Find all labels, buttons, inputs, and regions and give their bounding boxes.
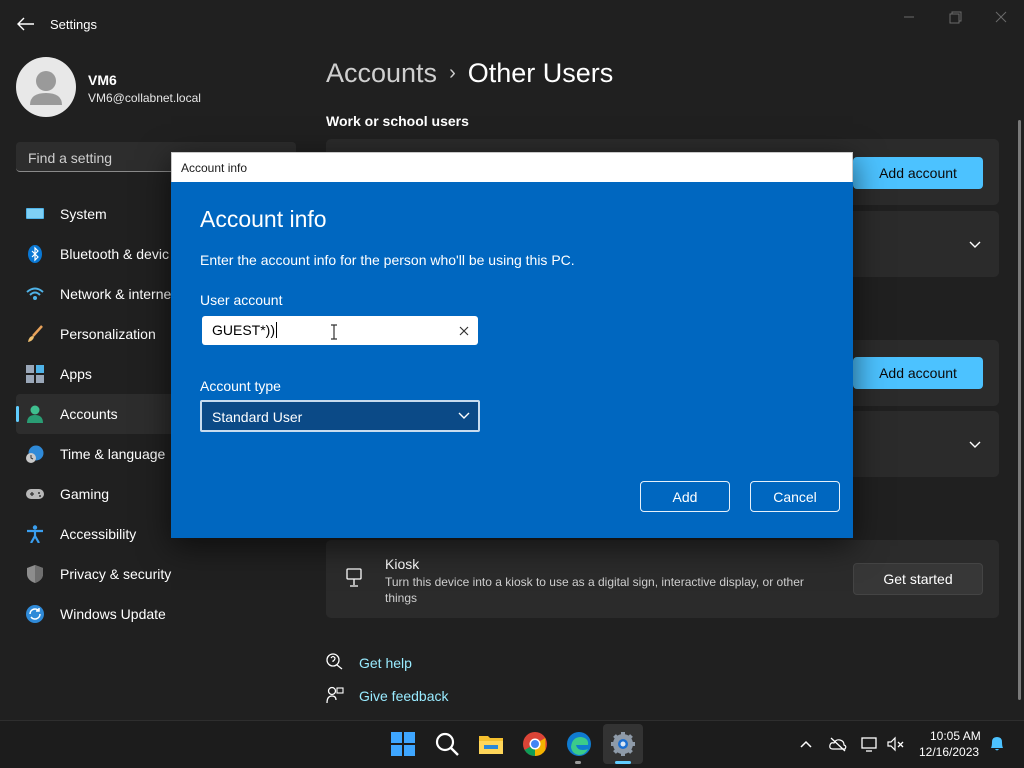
accessibility-icon (27, 525, 43, 543)
chevron-down-icon (969, 441, 981, 448)
text-cursor-icon (331, 324, 337, 340)
chevron-right-icon: › (449, 62, 456, 84)
dialog-titlebar[interactable]: Account info (171, 152, 853, 182)
edge-running-indicator (575, 761, 581, 764)
person-icon (27, 405, 43, 423)
monitor-icon (26, 208, 44, 219)
close-icon[interactable] (989, 8, 1013, 26)
feedback-icon (326, 686, 344, 704)
minimize-icon[interactable] (897, 8, 921, 26)
user-account-label: User account (200, 292, 283, 308)
add-button[interactable]: Add (640, 481, 730, 512)
work-school-section-title: Work or school users (326, 113, 469, 129)
sidebar-nav: System Bluetooth & devic Network & inter… (16, 194, 276, 634)
kiosk-icon (346, 568, 362, 587)
user-account-value: GUEST*)) (212, 322, 277, 338)
bluetooth-icon (28, 245, 42, 263)
search-input[interactable] (26, 147, 180, 169)
shield-icon (27, 565, 43, 583)
breadcrumb-accounts-link[interactable]: Accounts (326, 58, 437, 88)
brush-icon (28, 325, 43, 342)
get-help-link[interactable]: Get help (359, 655, 412, 671)
user-email: VM6@collabnet.local (88, 91, 201, 105)
account-type-label: Account type (200, 378, 281, 394)
cloud-off-icon[interactable] (829, 736, 847, 752)
windows-start-icon[interactable] (390, 731, 416, 757)
sidebar-item-privacy[interactable]: Privacy & security (16, 554, 276, 594)
help-icon (326, 653, 343, 670)
settings-icon[interactable] (610, 731, 636, 757)
person-placeholder-icon (30, 71, 62, 105)
notification-bell-icon[interactable] (988, 736, 1006, 752)
chrome-icon[interactable] (522, 731, 548, 757)
dialog-titlebar-text: Account info (181, 161, 248, 175)
edge-icon[interactable] (566, 731, 592, 757)
add-work-account-button[interactable]: Add account (853, 157, 983, 189)
account-type-select[interactable]: Standard User (200, 400, 480, 432)
volume-muted-icon[interactable] (887, 736, 905, 752)
sidebar-item-windows-update[interactable]: Windows Update (16, 594, 276, 634)
give-feedback-link[interactable]: Give feedback (359, 688, 449, 704)
globe-clock-icon (26, 445, 44, 463)
kiosk-title: Kiosk (385, 556, 420, 572)
user-account-input[interactable]: GUEST*)) (202, 316, 478, 345)
clock-time[interactable]: 10:05 AM (930, 729, 981, 743)
chevron-down-icon (458, 412, 470, 419)
wifi-icon (26, 287, 44, 300)
chevron-down-icon (969, 241, 981, 248)
chevron-up-icon[interactable] (797, 736, 815, 752)
title-bar: Settings (0, 0, 1024, 48)
gamepad-icon (26, 489, 44, 499)
apps-icon (26, 365, 44, 383)
add-other-user-button[interactable]: Add account (853, 357, 983, 389)
text-caret (276, 322, 277, 338)
selection-indicator (16, 406, 19, 422)
screen-icon[interactable] (861, 736, 879, 752)
clear-text-icon[interactable] (458, 325, 470, 337)
arrow-left-icon[interactable] (14, 14, 36, 34)
dialog-description: Enter the account info for the person wh… (200, 252, 575, 268)
page-title: Other Users (467, 58, 614, 88)
app-title: Settings (50, 17, 97, 32)
get-started-button[interactable]: Get started (853, 563, 983, 595)
kiosk-description: Turn this device into a kiosk to use as … (385, 575, 804, 605)
user-name: VM6 (88, 72, 117, 88)
maximize-icon[interactable] (943, 8, 967, 26)
settings-active-indicator (615, 761, 631, 764)
scrollbar[interactable] (1018, 120, 1021, 700)
clock-date[interactable]: 12/16/2023 (919, 745, 979, 759)
avatar[interactable] (16, 57, 76, 117)
account-type-value: Standard User (212, 409, 303, 425)
update-icon (26, 605, 44, 623)
dialog-heading: Account info (200, 206, 327, 232)
search-icon[interactable] (434, 731, 460, 757)
file-explorer-icon[interactable] (478, 731, 504, 757)
cancel-button[interactable]: Cancel (750, 481, 840, 512)
breadcrumb: Accounts › Other Users (326, 58, 613, 89)
